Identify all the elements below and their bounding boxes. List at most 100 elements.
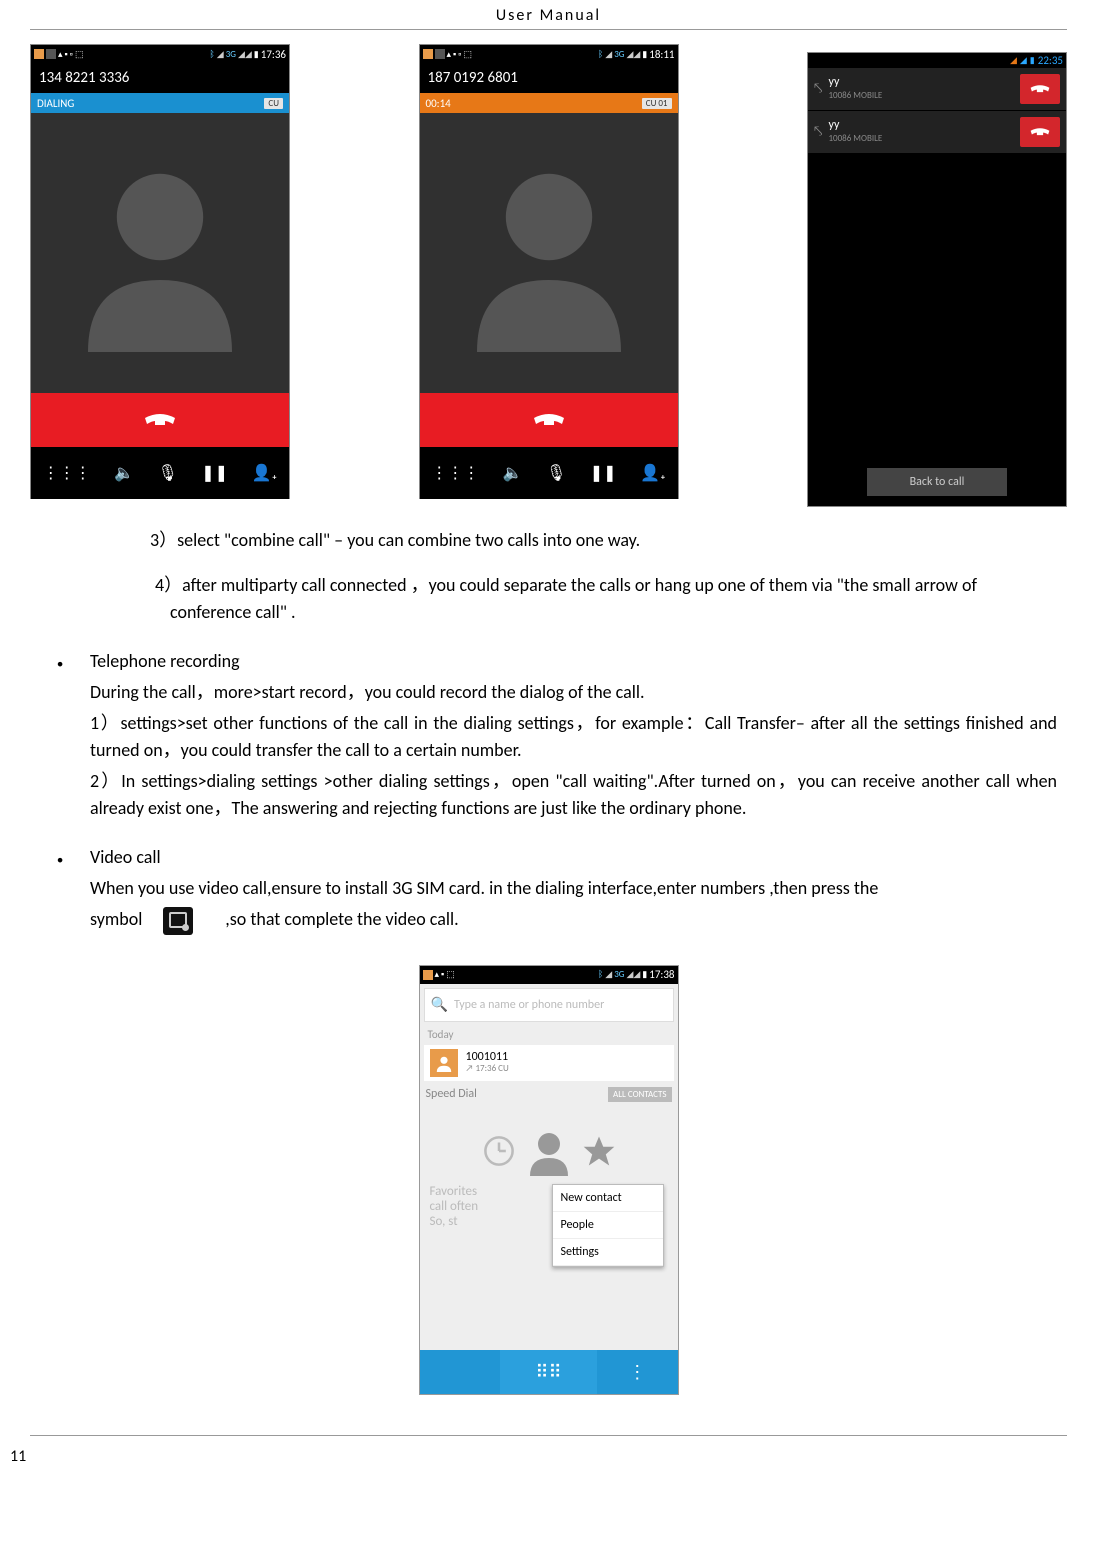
- network-icon: 3G: [226, 49, 236, 60]
- call-status-bar: DIALING CU: [31, 93, 289, 113]
- conference-call-row[interactable]: ⤣ yy 10086 MOBILE: [808, 111, 1066, 154]
- avatar-icon: [459, 153, 639, 353]
- overflow-menu: New contact People Settings: [552, 1184, 664, 1267]
- avatar-area: [420, 113, 678, 393]
- notif-icon: [423, 49, 433, 59]
- video-call-icon: [163, 907, 193, 935]
- bullet-dot: ●: [30, 844, 90, 871]
- add-call-icon[interactable]: 👤₊: [640, 463, 666, 483]
- wifi-icon: ◢: [605, 969, 612, 980]
- bluetooth-icon: ᛒ: [209, 49, 214, 60]
- bluetooth-icon: ᛒ: [598, 969, 603, 980]
- hangup-icon: [1029, 84, 1051, 94]
- signal-icon: ◢: [1020, 55, 1027, 66]
- phone-number: 187 0192 6801: [420, 63, 678, 93]
- video-line-2: symbol ,so that complete the video call.: [90, 906, 1057, 935]
- dialpad-icon[interactable]: ⋮⋮⋮: [431, 463, 479, 483]
- conference-call-row[interactable]: ⤣ yy 10086 MOBILE: [808, 68, 1066, 111]
- signal-icon: ◢◢: [238, 49, 252, 60]
- clock-text: 17:36: [261, 48, 286, 61]
- call-entry-text: yy 10086 MOBILE: [828, 119, 1014, 145]
- contact-text: 1001011 ↗ 17:36 CU: [466, 1051, 509, 1074]
- avatar-area: [31, 113, 289, 393]
- notif-icon: [34, 49, 44, 59]
- battery-icon: ▮: [254, 49, 259, 60]
- speed-dial-bar: Speed Dial ALL CONTACTS: [420, 1083, 678, 1106]
- menu-new-contact[interactable]: New contact: [553, 1185, 663, 1212]
- hold-icon[interactable]: ❚❚: [590, 463, 617, 483]
- hangup-button[interactable]: [420, 393, 678, 447]
- dialpad-button[interactable]: ⠿⠿: [500, 1350, 597, 1394]
- today-label: Today: [420, 1026, 678, 1043]
- battery-icon: ▮: [642, 969, 647, 980]
- mute-icon[interactable]: 🎙: [158, 463, 178, 483]
- recording-line-3: 2）In settings>dialing settings >other di…: [90, 768, 1057, 822]
- notif-icon: [435, 49, 445, 59]
- clock-text: 17:38: [649, 968, 674, 981]
- hold-icon[interactable]: ❚❚: [201, 463, 228, 483]
- screenshot-dialer: ▴ ▪ ⬚ ᛒ ◢ 3G ◢◢ ▮ 17:38 🔍 Type a name or…: [419, 965, 679, 1395]
- speaker-icon[interactable]: 🔈: [114, 463, 134, 483]
- screenshot-conference: ◢ ◢ ▮ 22:35 ⤣ yy 10086 MOBILE ⤣ yy: [807, 52, 1067, 507]
- add-call-icon[interactable]: 👤₊: [252, 463, 278, 483]
- page-number: 11: [10, 1447, 26, 1466]
- recent-call-row[interactable]: 1001011 ↗ 17:36 CU: [424, 1045, 674, 1081]
- clock-icon: [482, 1134, 516, 1168]
- clock-text: 18:11: [649, 48, 674, 61]
- step-4-text: 4）after multiparty call connected ，you c…: [170, 572, 1057, 626]
- menu-people[interactable]: People: [553, 1212, 663, 1239]
- avatar-icon: [70, 153, 250, 353]
- network-icon: 3G: [614, 969, 624, 980]
- wifi-icon: ◢: [217, 49, 224, 60]
- wifi-icon: ◢: [605, 49, 612, 60]
- video-line-1: When you use video call,ensure to instal…: [90, 875, 1057, 902]
- menu-settings[interactable]: Settings: [553, 1239, 663, 1266]
- call-status-bar: 00:14 CU 01: [420, 93, 678, 113]
- recording-line-2: 1）settings>set other functions of the ca…: [90, 710, 1057, 764]
- back-to-call-button[interactable]: Back to call: [867, 468, 1007, 496]
- screenshot-row: ▴ ▪ ▫ ⬚ ᛒ ◢ 3G ◢◢ ▮ 17:36 134 8221 3336 …: [30, 44, 1067, 507]
- sim-badge: CU: [264, 98, 283, 109]
- recording-heading: Telephone recording: [90, 648, 240, 675]
- hangup-icon: [1029, 127, 1051, 137]
- avatar-icon: [524, 1126, 574, 1176]
- signal-icon: ◢◢: [626, 969, 640, 980]
- dialpad-icon[interactable]: ⋮⋮⋮: [43, 463, 91, 483]
- bottom-bar-left: [420, 1350, 501, 1394]
- signal-icon: ◢: [1010, 55, 1017, 66]
- signal-icon: ◢◢: [626, 49, 640, 60]
- favorites-area: Favorites call often So, st New contact …: [420, 1106, 678, 1276]
- search-input[interactable]: 🔍 Type a name or phone number: [424, 988, 674, 1022]
- more-icon: ⋮: [628, 1361, 646, 1383]
- call-status-text: DIALING: [37, 97, 74, 110]
- screenshot-in-call: ▴ ▪ ▫ ⬚ ᛒ ◢ 3G ◢◢ ▮ 18:11 187 0192 6801 …: [419, 44, 679, 499]
- bluetooth-icon: ᛒ: [598, 49, 603, 60]
- bottom-bar: ⠿⠿ ⋮: [420, 1350, 678, 1394]
- mute-icon[interactable]: 🎙: [546, 463, 566, 483]
- overflow-button[interactable]: ⋮: [597, 1350, 678, 1394]
- hangup-button[interactable]: [1020, 117, 1060, 147]
- all-contacts-button[interactable]: ALL CONTACTS: [608, 1087, 671, 1102]
- notif-icon: ▴ ▪ ▫ ⬚: [58, 49, 84, 60]
- status-bar: ▴ ▪ ▫ ⬚ ᛒ ◢ 3G ◢◢ ▮ 18:11: [420, 45, 678, 63]
- split-call-icon[interactable]: ⤣: [814, 123, 822, 141]
- speed-dial-label: Speed Dial: [426, 1087, 477, 1101]
- hangup-button[interactable]: [1020, 74, 1060, 104]
- dialpad-icon: ⠿⠿: [535, 1361, 561, 1383]
- sim-badge: CU 01: [642, 98, 672, 109]
- battery-icon: ▮: [1030, 55, 1035, 66]
- notif-icon: [46, 49, 56, 59]
- split-call-icon[interactable]: ⤣: [814, 80, 822, 98]
- clock-text: 22:35: [1038, 54, 1063, 67]
- status-bar: ◢ ◢ ▮ 22:35: [808, 53, 1066, 68]
- battery-icon: ▮: [642, 49, 647, 60]
- hangup-button[interactable]: [31, 393, 289, 447]
- search-placeholder: Type a name or phone number: [454, 998, 604, 1012]
- notif-icon: ▴ ▪ ⬚: [435, 969, 455, 980]
- notif-icon: ▴ ▪ ▫ ⬚: [447, 49, 473, 60]
- speaker-icon[interactable]: 🔈: [503, 463, 523, 483]
- phone-number: 134 8221 3336: [31, 63, 289, 93]
- call-entry-text: yy 10086 MOBILE: [828, 76, 1014, 102]
- video-heading: Video call: [90, 844, 161, 871]
- status-bar: ▴ ▪ ⬚ ᛒ ◢ 3G ◢◢ ▮ 17:38: [420, 966, 678, 984]
